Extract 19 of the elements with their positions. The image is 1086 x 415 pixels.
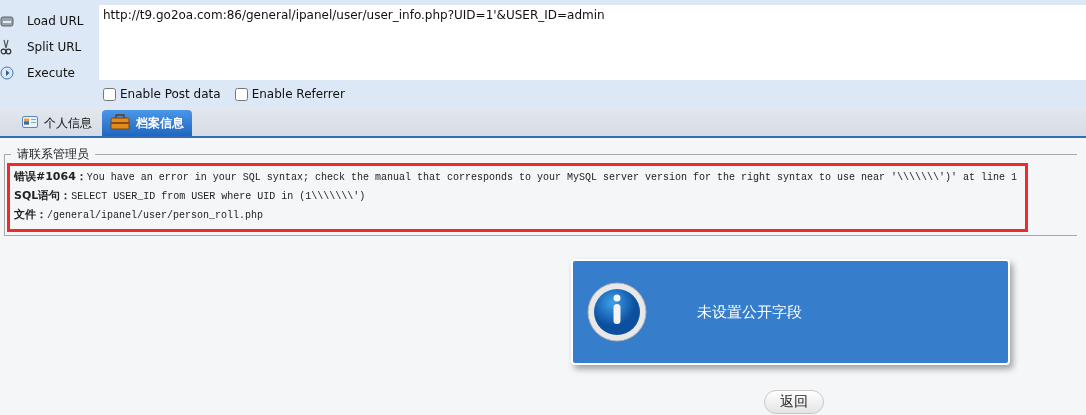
scissors-icon bbox=[0, 39, 14, 55]
panel-legend: 请联系管理员 bbox=[11, 146, 95, 163]
briefcase-icon bbox=[110, 113, 130, 133]
checkbox-label[interactable]: Enable Post data bbox=[120, 87, 221, 101]
toolbar-button[interactable]: Load URL bbox=[27, 14, 84, 28]
tab[interactable]: 个人信息 bbox=[22, 110, 98, 136]
checkbox[interactable] bbox=[103, 87, 116, 101]
back-button[interactable]: 返回 bbox=[764, 390, 824, 414]
toolbar-button[interactable]: Split URL bbox=[27, 40, 82, 54]
tab[interactable]: 档案信息 bbox=[102, 110, 192, 136]
info-icon bbox=[587, 282, 647, 342]
error-text: SQL语句：SELECT USER_ID from USER where UID in (1\\\\\\\') bbox=[14, 188, 366, 204]
checkbox[interactable] bbox=[234, 87, 248, 101]
url-field[interactable]: http://t9.go2oa.com:86/general/ipanel/user/user_info.php?UID=1'&USER_ID=admin bbox=[99, 5, 1086, 80]
error-text: 错误#1064：You have an error in your SQL syntax; check the manual that corresponds to your MySQL server version for the right syntax to use near '\\\\\\\')' at line 1 bbox=[14, 169, 1017, 185]
error-text: 文件：/general/ipanel/user/person_roll.php bbox=[14, 207, 264, 223]
message-text: 未设置公开字段 bbox=[697, 302, 802, 322]
toolbar-button[interactable]: Execute bbox=[27, 66, 75, 80]
checkbox-label[interactable]: Enable Referrer bbox=[251, 87, 345, 101]
